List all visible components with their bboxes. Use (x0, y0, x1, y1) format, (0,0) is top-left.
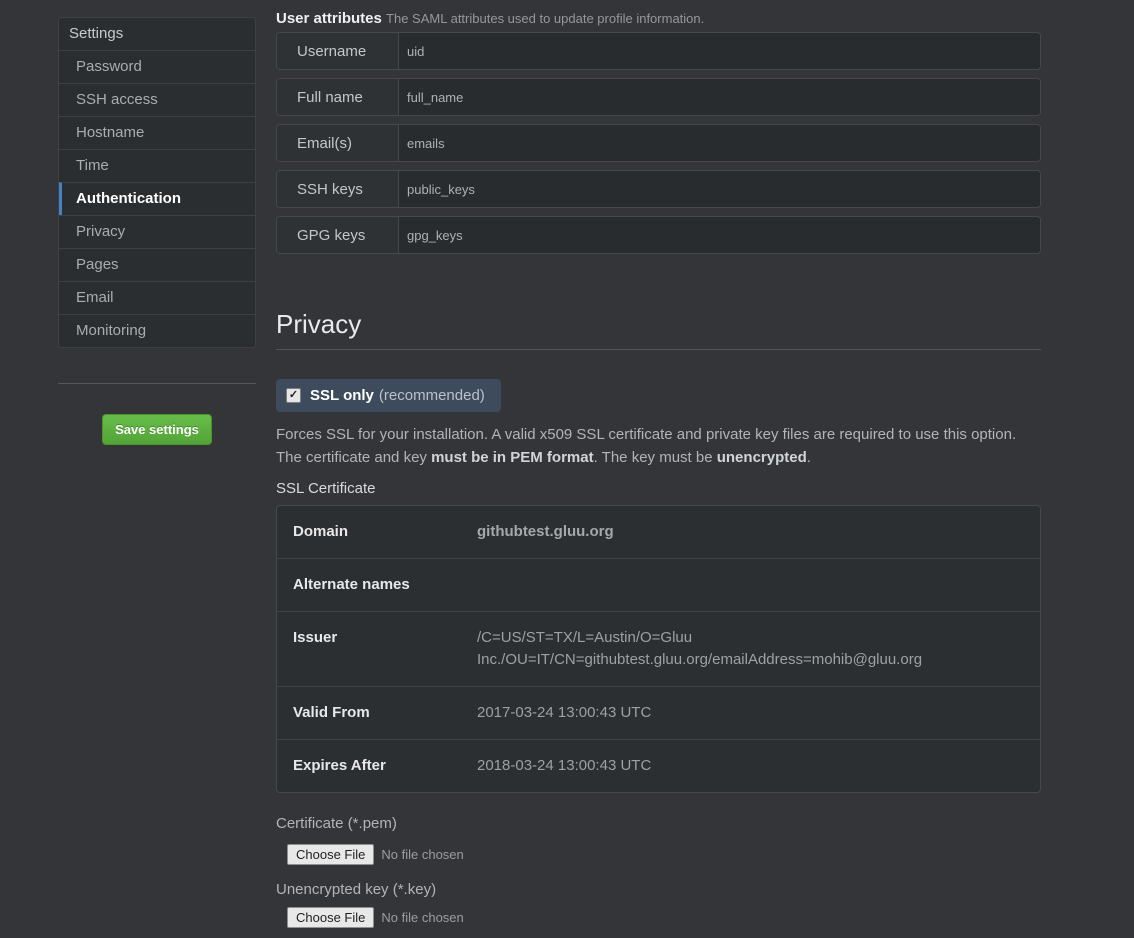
ssh-keys-field-group: SSH keys (276, 170, 1041, 208)
gpg-keys-field-label: GPG keys (277, 217, 399, 253)
username-field-label: Username (277, 33, 399, 69)
cert-row-valid-from: Valid From 2017-03-24 13:00:43 UTC (277, 686, 1040, 739)
sidebar-item-email[interactable]: Email (59, 281, 255, 314)
ssl-only-recommended-note: (recommended) (379, 387, 485, 404)
emails-field-label: Email(s) (277, 125, 399, 161)
emails-field-group: Email(s) (276, 124, 1041, 162)
cert-row-alternate-names: Alternate names (277, 558, 1040, 611)
gpg-keys-attribute-input[interactable] (399, 217, 1040, 253)
emails-attribute-input[interactable] (399, 125, 1040, 161)
ssh-keys-attribute-input[interactable] (399, 171, 1040, 207)
cert-issuer-label: Issuer (293, 627, 477, 671)
sidebar-divider (58, 383, 256, 384)
ssl-description-text2: . The key must be (594, 449, 717, 466)
sidebar-item-monitoring[interactable]: Monitoring (59, 314, 255, 347)
cert-alternate-names-value (477, 574, 1024, 596)
gpg-keys-field-group: GPG keys (276, 216, 1041, 254)
certificate-choose-file-button[interactable]: Choose File (287, 844, 374, 865)
full-name-field-group: Full name (276, 78, 1041, 116)
cert-domain-value: githubtest.gluu.org (477, 521, 1024, 543)
cert-row-domain: Domain githubtest.gluu.org (277, 506, 1040, 558)
sidebar-item-password[interactable]: Password (59, 50, 255, 83)
username-field-group: Username (276, 32, 1041, 70)
save-settings-button[interactable]: Save settings (102, 414, 212, 445)
cert-expires-after-label: Expires After (293, 755, 477, 777)
cert-issuer-value: /C=US/ST=TX/L=Austin/O=Gluu Inc./OU=IT/C… (477, 627, 1024, 671)
user-attributes-description: The SAML attributes used to update profi… (386, 11, 704, 26)
full-name-field-label: Full name (277, 79, 399, 115)
certificate-pem-label: Certificate (*.pem) (276, 815, 1041, 833)
ssl-description-text3: . (807, 449, 811, 466)
main-content: User attributes The SAML attributes used… (276, 0, 1041, 928)
privacy-section-title: Privacy (276, 309, 1041, 350)
sidebar-header-settings: Settings (59, 18, 255, 50)
cert-alternate-names-label: Alternate names (293, 574, 477, 596)
username-attribute-input[interactable] (399, 33, 1040, 69)
cert-row-expires-after: Expires After 2018-03-24 13:00:43 UTC (277, 739, 1040, 792)
key-choose-file-button[interactable]: Choose File (287, 907, 374, 928)
ssl-certificate-title: SSL Certificate (276, 480, 1041, 498)
settings-sidebar: Settings Password SSH access Hostname Ti… (58, 17, 256, 348)
sidebar-item-time[interactable]: Time (59, 149, 255, 182)
key-file-input: Choose File No file chosen (287, 907, 1041, 928)
sidebar-item-hostname[interactable]: Hostname (59, 116, 255, 149)
ssl-description: Forces SSL for your installation. A vali… (276, 423, 1041, 469)
certificate-file-status: No file chosen (381, 847, 463, 862)
sidebar-item-pages[interactable]: Pages (59, 248, 255, 281)
full-name-attribute-input[interactable] (399, 79, 1040, 115)
ssl-only-checkbox check-icon[interactable] (286, 388, 301, 403)
ssl-certificate-table: Domain githubtest.gluu.org Alternate nam… (276, 505, 1041, 793)
ssl-only-label: SSL only (310, 387, 374, 404)
key-file-status: No file chosen (381, 910, 463, 925)
cert-domain-label: Domain (293, 521, 477, 543)
certificate-file-input: Choose File No file chosen (287, 844, 1041, 865)
cert-valid-from-label: Valid From (293, 702, 477, 724)
page-background: { "colors": { "page_bg": "#333538", "acc… (0, 0, 1134, 938)
user-attributes-heading: User attributes The SAML attributes used… (276, 10, 1041, 28)
unencrypted-key-label: Unencrypted key (*.key) (276, 881, 1041, 899)
ssl-description-pem-bold: must be in PEM format (431, 449, 594, 466)
sidebar-item-authentication[interactable]: Authentication (59, 182, 255, 215)
sidebar-item-ssh-access[interactable]: SSH access (59, 83, 255, 116)
sidebar-item-privacy[interactable]: Privacy (59, 215, 255, 248)
cert-expires-after-value: 2018-03-24 13:00:43 UTC (477, 755, 1024, 777)
ssl-only-option[interactable]: SSL only (recommended) (276, 379, 501, 412)
cert-valid-from-value: 2017-03-24 13:00:43 UTC (477, 702, 1024, 724)
ssh-keys-field-label: SSH keys (277, 171, 399, 207)
ssl-description-unencrypted-bold: unencrypted (717, 449, 807, 466)
cert-row-issuer: Issuer /C=US/ST=TX/L=Austin/O=Gluu Inc./… (277, 611, 1040, 686)
user-attributes-title: User attributes (276, 10, 382, 27)
settings-nav-list: Settings Password SSH access Hostname Ti… (58, 17, 256, 348)
